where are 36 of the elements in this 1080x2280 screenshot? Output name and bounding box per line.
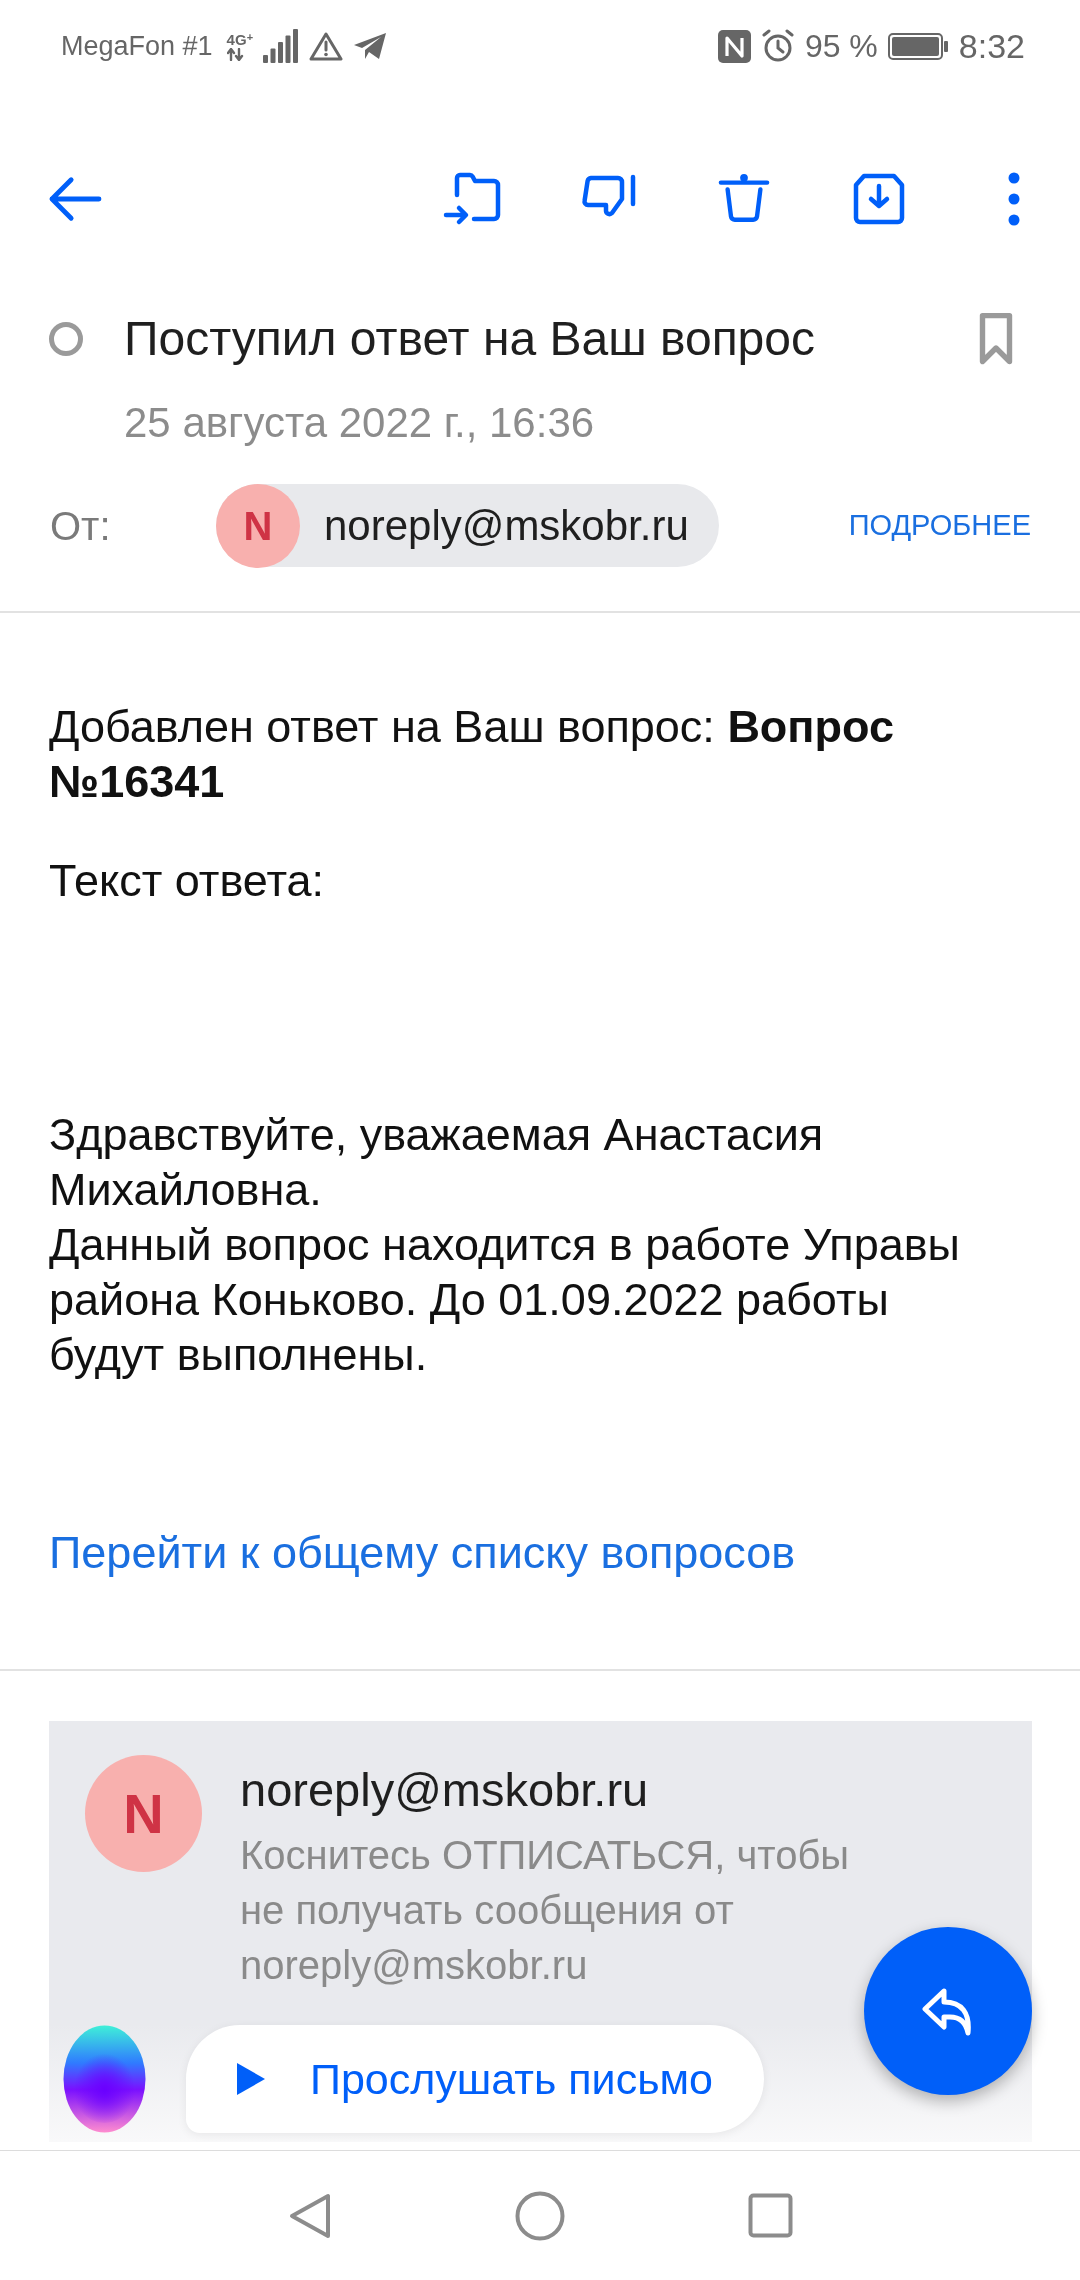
questions-list-link[interactable]: Перейти к общему списку вопросов [49, 1525, 796, 1580]
message-subject: Поступил ответ на Ваш вопрос [124, 311, 816, 367]
intro-text: Добавлен ответ на Ваш вопрос: Вопрос №16341 [49, 700, 895, 809]
sender-chip[interactable]: N noreply@mskobr.ru [216, 484, 719, 567]
battery-icon [887, 32, 949, 60]
message-date: 25 августа 2022 г., 16:36 [124, 398, 596, 448]
data-arrows-icon [226, 47, 245, 61]
sender-avatar: N [85, 1755, 202, 1872]
carrier-name: MegaFon #1 [61, 32, 213, 60]
answer-text: Здравствуйте, уважаемая Анастасия Михайловна. [49, 1108, 825, 1217]
folder-arrow-icon[interactable] [442, 171, 503, 227]
warning-icon [309, 31, 344, 61]
alarm-icon [760, 29, 795, 63]
unsubscribe-notice: Коснитесь ОТПИСАТЬСЯ, чтобы не получать сообщения от noreply@mskobr.ru [240, 1832, 851, 1989]
answer-label: Текст ответа: [49, 854, 325, 908]
answer-text: Данный вопрос находится в работе Управы района Коньково. До 01.09.2022 работы будут выполнены. [49, 1218, 961, 1382]
play-icon [237, 2063, 265, 2095]
battery-percent: 95 % [804, 30, 878, 62]
network-type: 4G$^{+}$ [226, 31, 254, 47]
listen-button[interactable]: Прослушать письмо [186, 2025, 764, 2133]
signal-icon [263, 29, 300, 63]
nav-back-icon[interactable] [288, 2191, 332, 2240]
voice-assistant-icon[interactable] [63, 2025, 146, 2133]
from-label: От: [50, 505, 112, 546]
paper-plane-icon [353, 32, 388, 60]
more-icon[interactable] [1007, 172, 1020, 226]
nav-recent-apps-icon[interactable] [747, 2193, 793, 2238]
bookmark-icon[interactable] [978, 312, 1014, 366]
read-status-icon[interactable] [48, 321, 84, 357]
nav-home-icon[interactable] [515, 2190, 565, 2241]
status-time: 8:32 [958, 29, 1025, 63]
sender-avatar: N [216, 483, 300, 568]
back-arrow-icon[interactable] [47, 175, 103, 223]
details-link[interactable]: ПОДРОБНЕЕ [848, 511, 1031, 540]
nfc-icon [717, 29, 751, 63]
sender-email: noreply@mskobr.ru [240, 1763, 650, 1817]
